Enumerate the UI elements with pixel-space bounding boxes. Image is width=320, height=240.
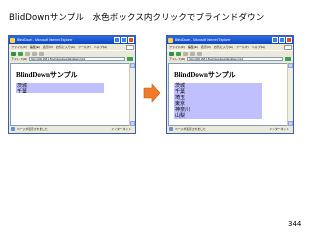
menu-view[interactable]: 表示(V) — [43, 45, 53, 49]
refresh-icon[interactable] — [32, 51, 37, 56]
blind-box[interactable]: 茨城 千葉 — [16, 83, 104, 93]
browser-window-after: BlindDown - Microsoft Internet Explorer … — [166, 35, 294, 134]
slide-title: BlidDownサンプル 水色ボックス内クリックでブラインドダウン — [9, 13, 265, 23]
list-item: 千葉 — [17, 89, 28, 93]
menu-file[interactable]: ファイル(F) — [11, 45, 27, 49]
status-bar: ページが表示されました インターネット — [10, 126, 134, 132]
forward-icon[interactable] — [176, 51, 181, 56]
browser-window-before: BlindDown - Microsoft Internet Explorer … — [8, 35, 136, 134]
status-page-icon — [11, 127, 15, 131]
vertical-scrollbar[interactable] — [129, 63, 135, 126]
menu-tools[interactable]: ツール(T) — [236, 45, 249, 49]
scroll-up-icon[interactable] — [130, 63, 135, 68]
zone-text: インターネット — [269, 127, 289, 131]
menu-view[interactable]: 表示(V) — [201, 45, 211, 49]
status-page-icon — [169, 127, 173, 131]
status-bar: ページが表示されました インターネット — [168, 126, 292, 132]
status-text: ページが表示されました — [175, 127, 206, 131]
back-icon[interactable] — [11, 51, 16, 56]
menu-favorites[interactable]: お気に入り(A) — [56, 45, 75, 49]
maximize-icon[interactable] — [279, 37, 285, 43]
page-content: BlindDownサンプル 茨城 千葉 埼玉 東京 神奈川 山梨 — [168, 63, 288, 126]
windows-logo-icon — [126, 44, 134, 50]
menu-help[interactable]: ヘルプ(H) — [94, 45, 107, 49]
page-heading: BlindDownサンプル — [16, 71, 78, 79]
status-text: ページが表示されました — [17, 127, 48, 131]
address-input[interactable]: http://192.168.1.5/scriptaculous/blinddo… — [187, 56, 283, 62]
blind-box[interactable]: 茨城 千葉 埼玉 東京 神奈川 山梨 — [174, 83, 262, 119]
close-icon[interactable] — [286, 37, 292, 43]
list-item: 山梨 — [175, 113, 186, 119]
minimize-icon[interactable] — [272, 37, 278, 43]
menu-edit[interactable]: 編集(E) — [188, 45, 198, 49]
title-bar[interactable]: BlindDown - Microsoft Internet Explorer — [9, 36, 135, 44]
window-title: BlindDown - Microsoft Internet Explorer — [175, 38, 231, 42]
scroll-up-icon[interactable] — [288, 63, 293, 68]
address-label: アドレス(D) — [169, 57, 186, 61]
forward-icon[interactable] — [18, 51, 23, 56]
go-icon[interactable] — [127, 56, 133, 62]
stop-icon[interactable] — [25, 51, 30, 56]
title-bar[interactable]: BlindDown - Microsoft Internet Explorer — [167, 36, 293, 44]
vertical-scrollbar[interactable] — [287, 63, 293, 126]
zone-text: インターネット — [111, 127, 131, 131]
address-input[interactable]: http://192.168.1.5/scriptaculous/blinddo… — [29, 56, 125, 62]
page-content: BlindDownサンプル 茨城 千葉 — [10, 63, 130, 126]
menu-tools[interactable]: ツール(T) — [78, 45, 91, 49]
app-icon — [168, 37, 173, 43]
page-number: 344 — [288, 220, 302, 228]
back-icon[interactable] — [169, 51, 174, 56]
address-label: アドレス(D) — [11, 57, 28, 61]
address-bar: アドレス(D) http://192.168.1.5/scriptaculous… — [9, 56, 135, 62]
refresh-icon[interactable] — [190, 51, 195, 56]
minimize-icon[interactable] — [114, 37, 120, 43]
address-bar: アドレス(D) http://192.168.1.5/scriptaculous… — [167, 56, 293, 62]
maximize-icon[interactable] — [121, 37, 127, 43]
home-icon[interactable] — [39, 51, 44, 56]
menu-edit[interactable]: 編集(E) — [30, 45, 40, 49]
windows-logo-icon — [284, 44, 292, 50]
page-heading: BlindDownサンプル — [174, 71, 236, 79]
close-icon[interactable] — [128, 37, 134, 43]
stop-icon[interactable] — [183, 51, 188, 56]
menu-favorites[interactable]: お気に入り(A) — [214, 45, 233, 49]
app-icon — [10, 37, 15, 43]
arrow-right-icon — [143, 83, 161, 103]
menu-file[interactable]: ファイル(F) — [169, 45, 185, 49]
window-title: BlindDown - Microsoft Internet Explorer — [17, 38, 73, 42]
menu-help[interactable]: ヘルプ(H) — [252, 45, 265, 49]
go-icon[interactable] — [285, 56, 291, 62]
home-icon[interactable] — [197, 51, 202, 56]
